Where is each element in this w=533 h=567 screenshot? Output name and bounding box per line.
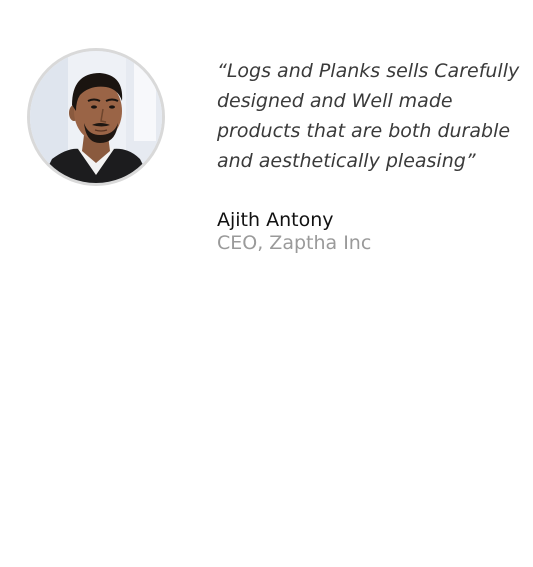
testimonial-quote: “Logs and Planks sells Carefully designe…: [217, 60, 520, 172]
testimonial-card: “Logs and Planks sells Carefully designe…: [0, 0, 533, 567]
author-name: Ajith Antony: [217, 209, 334, 231]
author-avatar: [27, 48, 165, 186]
person-photo-avatar: [30, 51, 162, 183]
author-title: CEO, Zaptha Inc: [217, 232, 372, 254]
